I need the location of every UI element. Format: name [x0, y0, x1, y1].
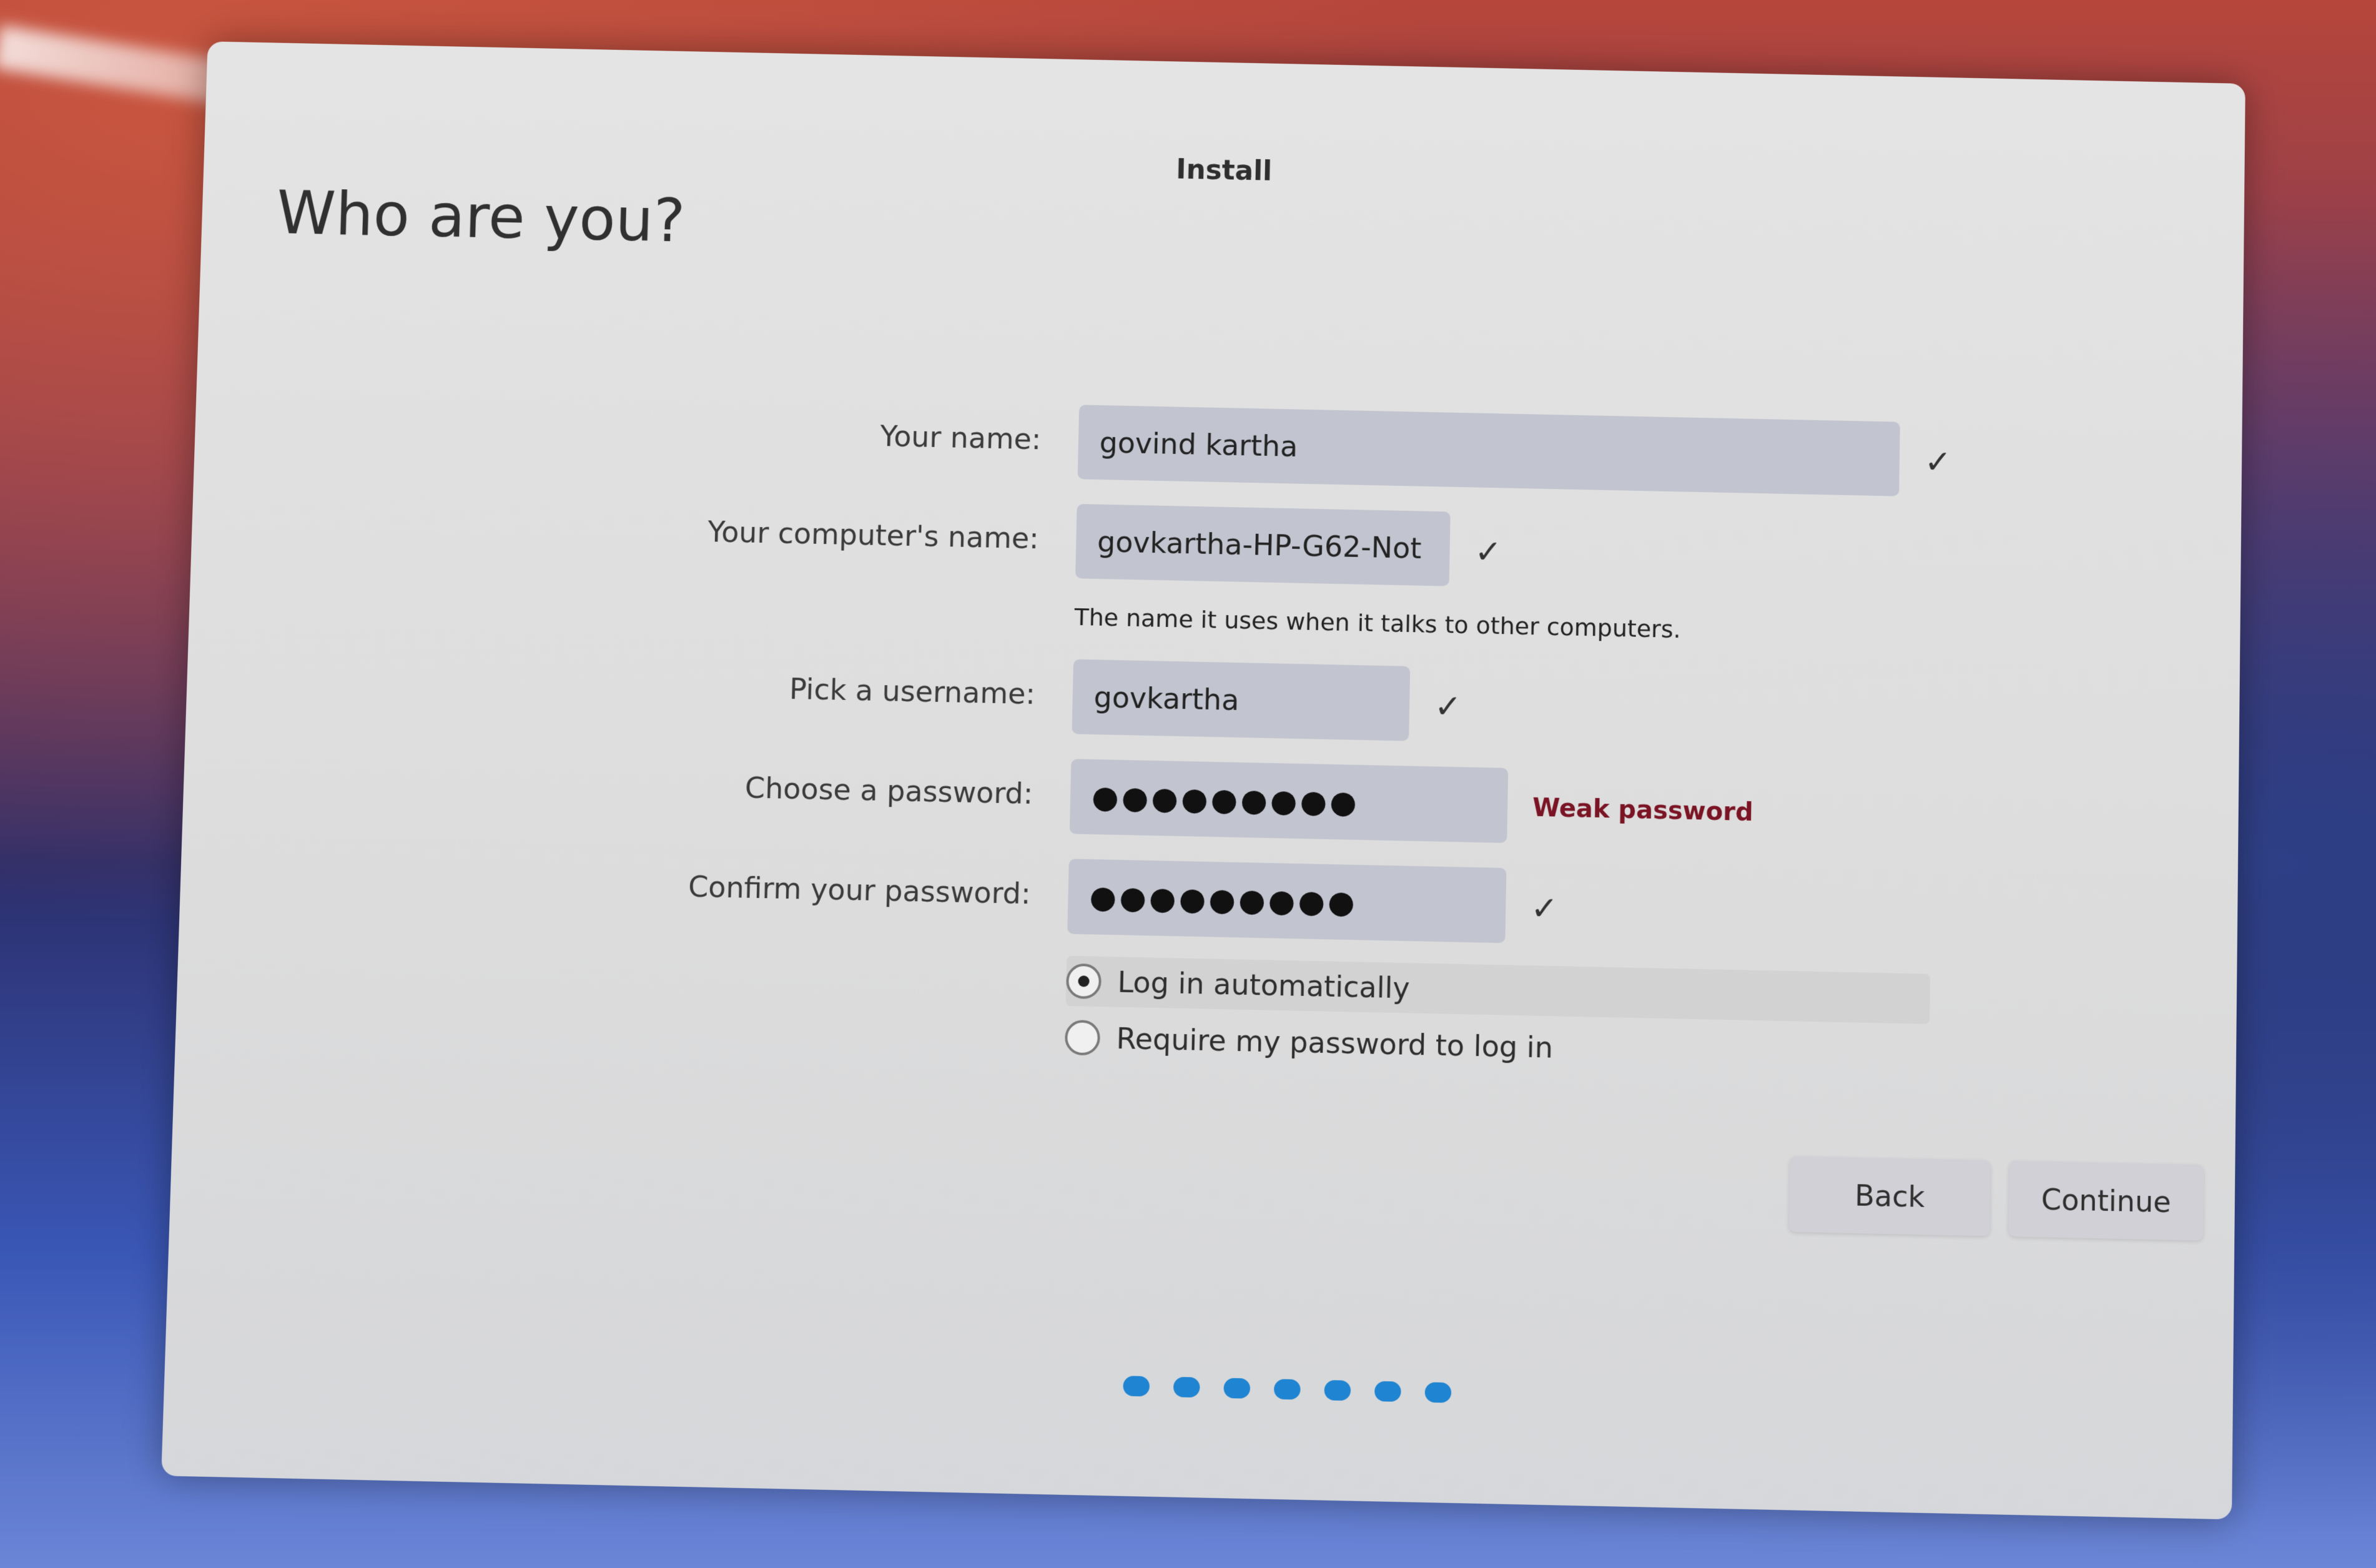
- confirm-password-label: Confirm your password:: [688, 869, 1032, 911]
- require-password-label: Require my password to log in: [1116, 1021, 1554, 1065]
- progress-step-dot: [1173, 1376, 1200, 1398]
- username-label: Pick a username:: [789, 672, 1036, 711]
- username-field[interactable]: govkartha: [1072, 659, 1411, 741]
- username-valid-check-icon: ✓: [1434, 688, 1462, 726]
- step-progress-indicator: [1123, 1376, 1452, 1403]
- radio-selected-icon[interactable]: [1065, 963, 1102, 1000]
- login-automatically-option[interactable]: Log in automatically: [1065, 955, 1931, 1024]
- confirm-password-row: Confirm your password: ●●●●●●●●● ✓: [179, 841, 2238, 965]
- name-field[interactable]: govind kartha: [1077, 405, 1900, 496]
- name-row: Your name: govind kartha ✓: [194, 387, 2242, 510]
- radio-unselected-icon[interactable]: [1064, 1020, 1101, 1056]
- computer-name-label: Your computer's name:: [707, 515, 1040, 556]
- computer-name-row: Your computer's name: govkartha-HP-G62-N…: [190, 485, 2241, 609]
- password-label: Choose a password:: [744, 771, 1033, 811]
- username-row: Pick a username: govkartha ✓: [185, 641, 2239, 764]
- name-label: Your name:: [879, 419, 1042, 456]
- progress-step-dot: [1424, 1382, 1452, 1403]
- progress-step-dot: [1273, 1379, 1301, 1400]
- back-button[interactable]: Back: [1788, 1156, 1991, 1236]
- installer-window: Install Who are you? Your name: govind k…: [161, 41, 2245, 1520]
- computer-name-hint: The name it uses when it talks to other …: [1074, 603, 1681, 644]
- name-valid-check-icon: ✓: [1924, 443, 1952, 481]
- progress-step-dot: [1223, 1378, 1251, 1399]
- password-field[interactable]: ●●●●●●●●●: [1069, 759, 1509, 843]
- computer-name-valid-check-icon: ✓: [1474, 533, 1502, 571]
- continue-button[interactable]: Continue: [2008, 1161, 2204, 1241]
- progress-step-dot: [1374, 1381, 1401, 1402]
- progress-step-dot: [1123, 1376, 1150, 1397]
- confirm-password-valid-check-icon: ✓: [1530, 889, 1559, 928]
- password-row: Choose a password: ●●●●●●●●● Weak passwo…: [182, 741, 2239, 865]
- progress-step-dot: [1324, 1379, 1351, 1401]
- page-title: Who are you?: [275, 178, 686, 256]
- confirm-password-field[interactable]: ●●●●●●●●●: [1067, 859, 1507, 944]
- password-strength-text: Weak password: [1532, 793, 1754, 827]
- require-password-option[interactable]: Require my password to log in: [1064, 1012, 1930, 1080]
- login-automatically-label: Log in automatically: [1117, 965, 1411, 1005]
- computer-name-field[interactable]: govkartha-HP-G62-Not: [1075, 503, 1451, 586]
